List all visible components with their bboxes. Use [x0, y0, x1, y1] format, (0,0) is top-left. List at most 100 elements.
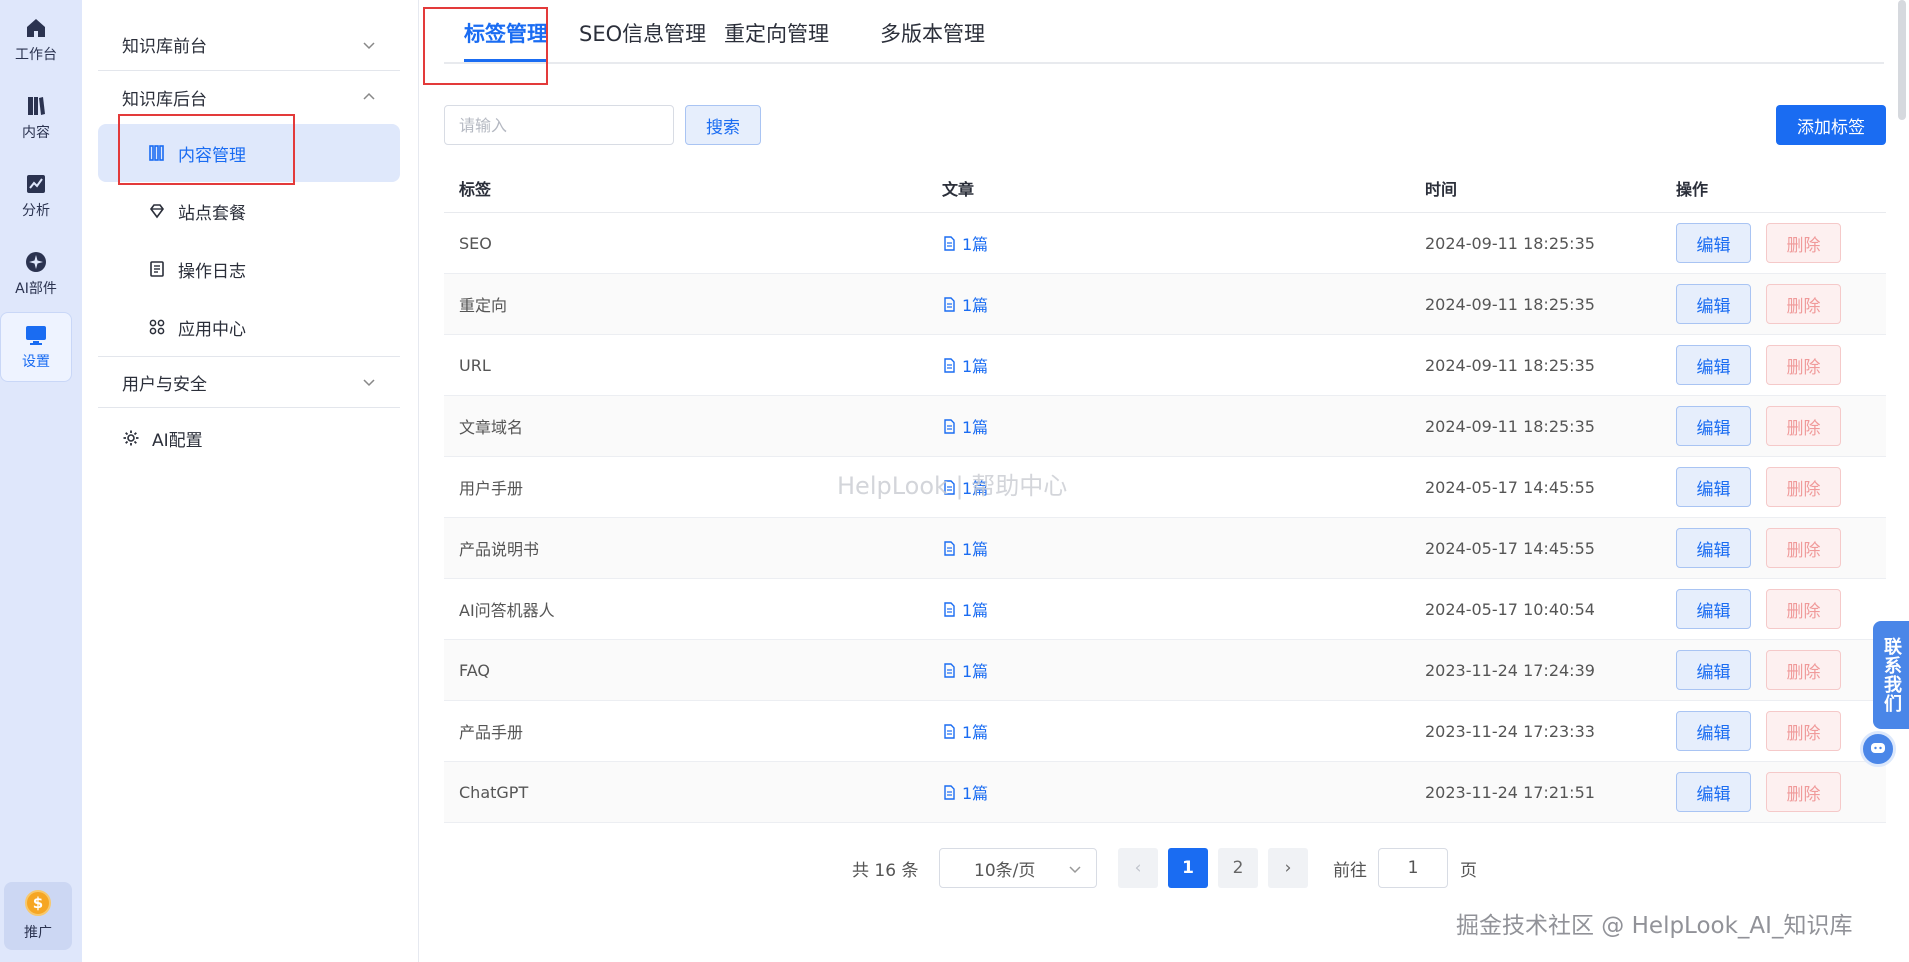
- diamond-icon: [150, 204, 164, 219]
- watermark: HelpLook | 帮助中心: [837, 472, 1068, 500]
- rail-item-content[interactable]: 内容: [0, 83, 72, 153]
- article-link[interactable]: 1篇: [942, 353, 988, 377]
- article-link[interactable]: 1篇: [942, 719, 988, 743]
- edit-button[interactable]: 编辑: [1676, 467, 1751, 507]
- actions-cell: 编辑 删除: [1661, 528, 1886, 568]
- article-link[interactable]: 1篇: [942, 414, 988, 438]
- page-button-1[interactable]: 1: [1168, 848, 1208, 888]
- page-size-select[interactable]: 10条/页: [939, 848, 1097, 888]
- article-link[interactable]: 1篇: [942, 536, 988, 560]
- rail-label: AI部件: [15, 281, 57, 297]
- table-row: FAQ 1篇 2023-11-24 17:24:39 编辑 删除: [444, 640, 1886, 701]
- rail-item-analytics[interactable]: 分析: [0, 161, 72, 231]
- ai-widget-icon: [26, 252, 46, 272]
- sidebar-item-label: 站点套餐: [178, 203, 246, 224]
- tag-name: AI问答机器人: [459, 601, 555, 620]
- goto-page-input[interactable]: [1378, 848, 1448, 888]
- tab-version-management[interactable]: 多版本管理: [880, 18, 985, 48]
- delete-button[interactable]: 删除: [1766, 406, 1841, 446]
- table-body: SEO 1篇 2024-09-11 18:25:35 编辑 删除 重定向 1篇 2024-09…: [444, 213, 1886, 823]
- chat-bubble-button[interactable]: [1860, 731, 1896, 767]
- timestamp: 2024-05-17 14:45:55: [1425, 477, 1595, 497]
- article-link[interactable]: 1篇: [942, 292, 988, 316]
- delete-button[interactable]: 删除: [1766, 772, 1841, 812]
- log-icon: [150, 261, 164, 277]
- delete-button[interactable]: 删除: [1766, 528, 1841, 568]
- page-button-2[interactable]: 2: [1218, 848, 1258, 888]
- sidebar-item-app-center[interactable]: 应用中心: [98, 298, 400, 356]
- add-tag-button[interactable]: 添加标签: [1776, 105, 1886, 145]
- article-link[interactable]: 1篇: [942, 231, 988, 255]
- delete-button[interactable]: 删除: [1766, 467, 1841, 507]
- document-icon: [944, 601, 955, 617]
- document-icon: [944, 662, 955, 678]
- sidebar-group-user-security[interactable]: 用户与安全: [98, 356, 400, 408]
- article-link[interactable]: 1篇: [942, 597, 988, 621]
- next-page-button[interactable]: ›: [1268, 848, 1308, 888]
- timestamp: 2024-09-11 18:25:35: [1425, 416, 1595, 436]
- edit-button[interactable]: 编辑: [1676, 650, 1751, 690]
- promo-button[interactable]: $ 推广: [4, 882, 72, 950]
- timestamp: 2023-11-24 17:24:39: [1425, 660, 1595, 680]
- tab-bar: 标签管理 SEO信息管理 重定向管理 多版本管理: [444, 0, 1884, 64]
- edit-button[interactable]: 编辑: [1676, 406, 1751, 446]
- actions-cell: 编辑 删除: [1661, 772, 1886, 812]
- edit-button[interactable]: 编辑: [1676, 528, 1751, 568]
- monitor-icon: [26, 326, 46, 345]
- article-count: 1篇: [962, 662, 989, 681]
- edit-button[interactable]: 编辑: [1676, 345, 1751, 385]
- edit-button[interactable]: 编辑: [1676, 223, 1751, 263]
- article-cell: 1篇: [927, 597, 1410, 621]
- edit-button[interactable]: 编辑: [1676, 772, 1751, 812]
- search-input[interactable]: [444, 105, 674, 145]
- rail-item-workbench[interactable]: 工作台: [0, 5, 72, 75]
- table-row: 用户手册 1篇 2024-05-17 14:45:55 编辑 删除: [444, 457, 1886, 518]
- sidebar-item-operation-log[interactable]: 操作日志: [98, 240, 400, 298]
- document-icon: [944, 784, 955, 800]
- sidebar-group-backend[interactable]: 知识库后台: [98, 71, 400, 123]
- scrollbar[interactable]: [1898, 0, 1906, 962]
- actions-cell: 编辑 删除: [1661, 345, 1886, 385]
- sidebar-item-content-management[interactable]: 内容管理: [98, 124, 400, 182]
- sidebar-group-label: 用户与安全: [122, 374, 207, 395]
- delete-button[interactable]: 删除: [1766, 589, 1841, 629]
- sidebar-item-site-plan[interactable]: 站点套餐: [98, 182, 400, 240]
- timestamp: 2023-11-24 17:23:33: [1425, 721, 1595, 741]
- tab-tag-management[interactable]: 标签管理: [464, 18, 548, 48]
- page-size-value: 10条/页: [974, 860, 1036, 881]
- prev-page-button[interactable]: ‹: [1118, 848, 1158, 888]
- coin-icon: $: [25, 890, 51, 916]
- table-row: SEO 1篇 2024-09-11 18:25:35 编辑 删除: [444, 213, 1886, 274]
- sidebar-item-label: 内容管理: [178, 145, 246, 166]
- tab-redirect-management[interactable]: 重定向管理: [724, 18, 829, 48]
- document-icon: [944, 235, 955, 251]
- sidebar-item-ai-config[interactable]: AI配置: [98, 409, 400, 467]
- actions-cell: 编辑 删除: [1661, 223, 1886, 263]
- rail-item-ai-widget[interactable]: AI部件: [0, 239, 72, 309]
- edit-button[interactable]: 编辑: [1676, 284, 1751, 324]
- article-link[interactable]: 1篇: [942, 658, 988, 682]
- tab-seo-management[interactable]: SEO信息管理: [579, 18, 706, 48]
- article-link[interactable]: 1篇: [942, 780, 988, 804]
- edit-button[interactable]: 编辑: [1676, 711, 1751, 751]
- sidebar-group-frontend[interactable]: 知识库前台: [98, 19, 400, 71]
- column-header: 标签: [459, 179, 492, 199]
- main-panel: 标签管理 SEO信息管理 重定向管理 多版本管理 搜索 添加标签 标签 文章 时…: [420, 0, 1900, 962]
- delete-button[interactable]: 删除: [1766, 711, 1841, 751]
- delete-button[interactable]: 删除: [1766, 284, 1841, 324]
- rail-item-settings[interactable]: 设置: [0, 312, 72, 382]
- tag-name: ChatGPT: [459, 782, 529, 802]
- table-row: AI问答机器人 1篇 2024-05-17 10:40:54 编辑 删除: [444, 579, 1886, 640]
- timestamp: 2024-09-11 18:25:35: [1425, 294, 1595, 314]
- delete-button[interactable]: 删除: [1766, 345, 1841, 385]
- delete-button[interactable]: 删除: [1766, 223, 1841, 263]
- delete-button[interactable]: 删除: [1766, 650, 1841, 690]
- goto-unit: 页: [1460, 861, 1477, 881]
- rail-label: 设置: [22, 354, 50, 370]
- edit-button[interactable]: 编辑: [1676, 589, 1751, 629]
- search-button[interactable]: 搜索: [685, 105, 761, 145]
- actions-cell: 编辑 删除: [1661, 284, 1886, 324]
- watermark-corner: 掘金技术社区 @ HelpLook_AI_知识库: [1456, 913, 1853, 939]
- article-count: 1篇: [962, 357, 989, 376]
- scrollbar-thumb[interactable]: [1898, 0, 1906, 120]
